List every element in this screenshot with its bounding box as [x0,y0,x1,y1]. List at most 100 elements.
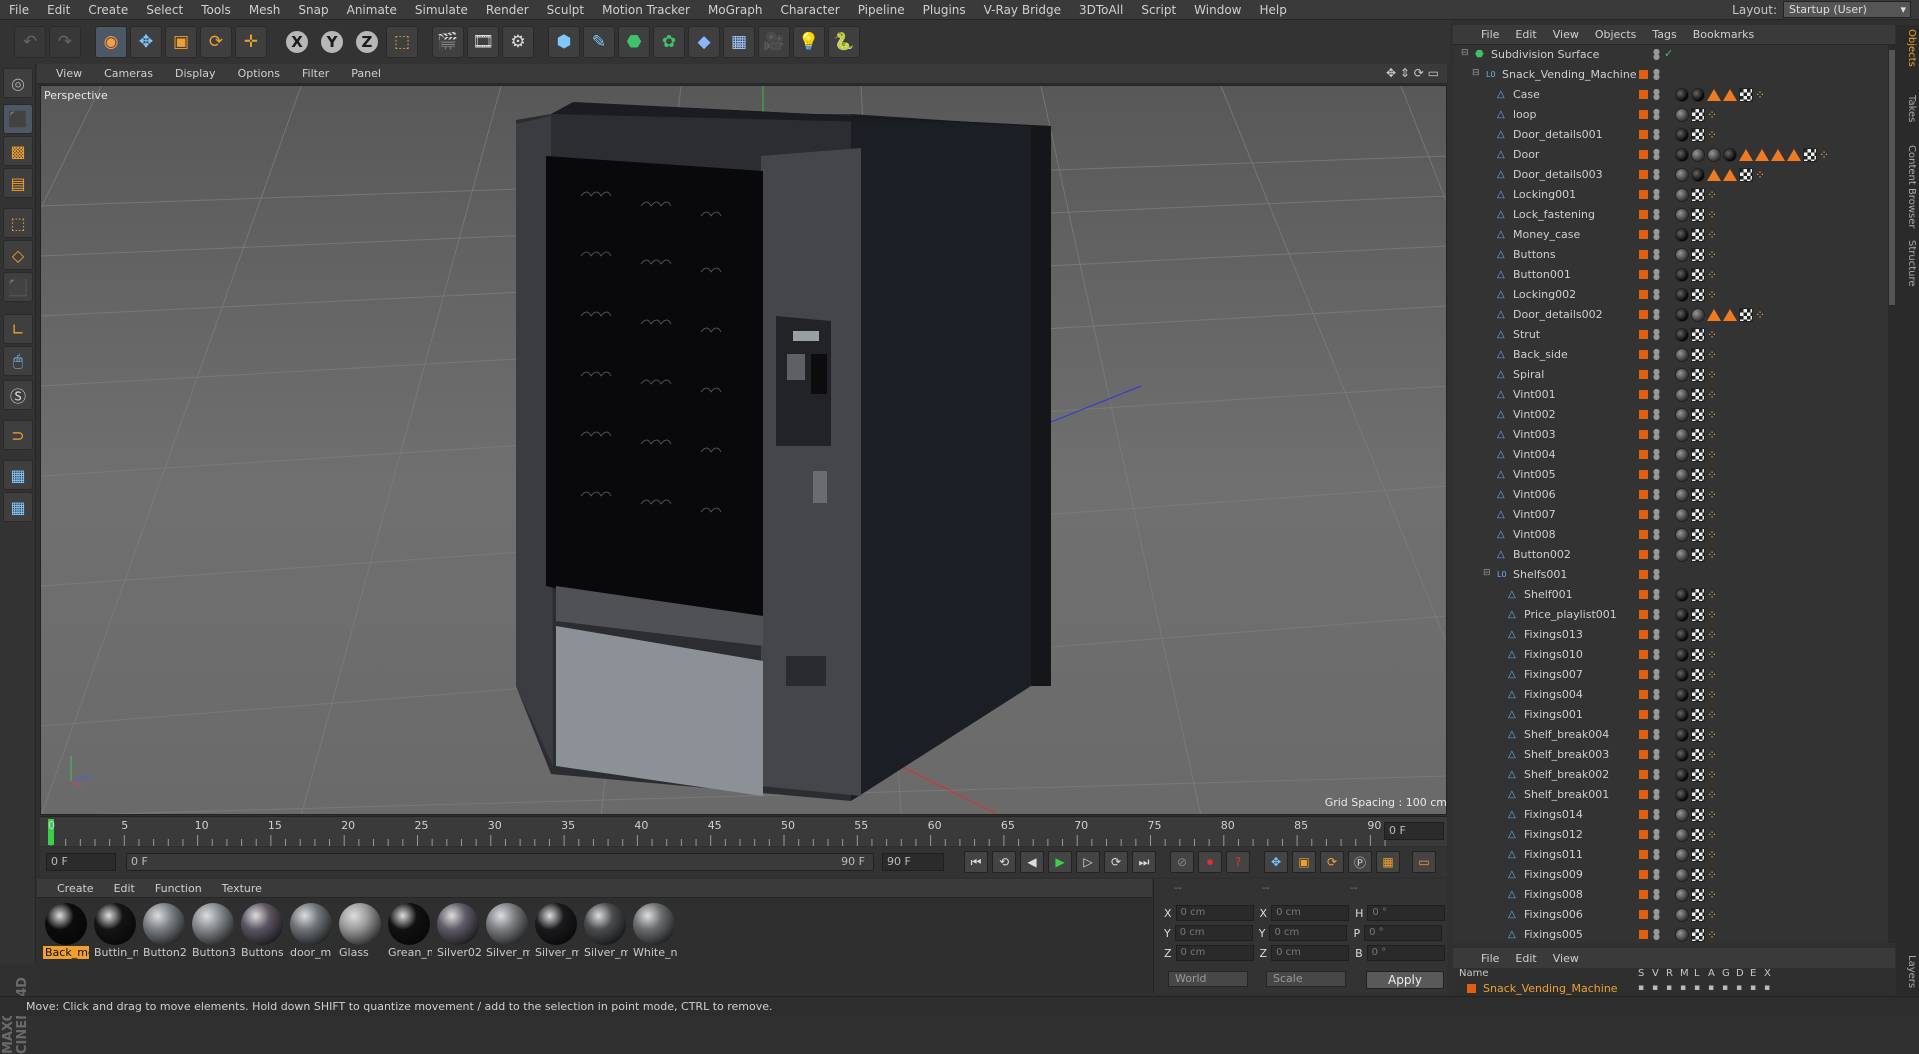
menu-motion-tracker[interactable]: Motion Tracker [593,3,699,17]
uvw-tag-icon[interactable] [1691,448,1705,462]
uvw-tag-icon[interactable] [1691,708,1705,722]
material-tag-icon[interactable] [1675,508,1689,522]
layer-column-v[interactable]: V [1652,968,1659,979]
coord-field-c[interactable]: 0 ° [1364,925,1443,941]
material-tag-icon[interactable] [1675,428,1689,442]
material-tag-icon[interactable] [1675,268,1689,282]
uvw-tag-icon[interactable] [1691,368,1705,382]
subdivision-icon[interactable]: ⬣ [618,26,650,58]
material-tag-icon[interactable] [1723,148,1737,162]
uvw-tag-icon[interactable] [1691,628,1705,642]
visibility-dots-icon[interactable]: ● ● [1653,288,1660,301]
visibility-dots-icon[interactable]: ● ● [1653,108,1660,121]
visibility-dots-icon[interactable]: ● ● [1653,888,1660,901]
menu-help[interactable]: Help [1250,3,1295,17]
object-row[interactable]: △ Locking002 ● ● ⁘ [1453,285,1888,305]
uvw-tag-icon[interactable] [1691,588,1705,602]
material-tag-icon[interactable] [1675,708,1689,722]
visibility-dots-icon[interactable]: ● ● [1653,708,1660,721]
phong-tag-icon[interactable]: ⁘ [1707,128,1719,142]
visibility-dots-icon[interactable]: ● ● [1653,828,1660,841]
layer-column-g[interactable]: G [1722,968,1730,979]
y-axis-lock-icon[interactable]: Y [319,29,345,55]
phong-tag-icon[interactable]: ⁘ [1707,408,1719,422]
object-menu-file[interactable]: File [1473,28,1507,41]
material-tag-icon[interactable] [1675,868,1689,882]
coord-field-a[interactable]: 0 cm [1174,925,1253,941]
visibility-dots-icon[interactable]: ● ● [1653,588,1660,601]
material-tag-icon[interactable] [1675,808,1689,822]
layer-column-x[interactable]: X [1764,968,1771,979]
selection-tag-icon[interactable] [1723,309,1737,321]
phong-tag-icon[interactable]: ⁘ [1707,108,1719,122]
layer-column-a[interactable]: A [1708,968,1715,979]
phong-tag-icon[interactable]: ⁘ [1707,628,1719,642]
uvw-tag-icon[interactable] [1691,928,1705,942]
phong-tag-icon[interactable]: ⁘ [1707,208,1719,222]
object-menu-edit[interactable]: Edit [1507,28,1544,41]
object-row[interactable]: △ Money_case ● ● ⁘ [1453,225,1888,245]
object-row[interactable]: △ Fixings008 ● ● ⁘ [1453,885,1888,905]
material-tag-icon[interactable] [1691,88,1705,102]
uvw-tag-icon[interactable] [1691,608,1705,622]
viewport-menu-filter[interactable]: Filter [291,67,340,80]
uvw-tag-icon[interactable] [1691,868,1705,882]
z-axis-lock-icon[interactable]: Z [354,29,380,55]
material-menu-texture[interactable]: Texture [212,882,272,895]
phong-tag-icon[interactable]: ⁘ [1707,748,1719,762]
layer-toggle-icon[interactable]: ▪ [1652,983,1658,993]
material-tag-icon[interactable] [1675,828,1689,842]
object-row[interactable]: △ Fixings014 ● ● ⁘ [1453,805,1888,825]
visibility-dots-icon[interactable]: ● ● [1653,508,1660,521]
object-row[interactable]: △ Fixings005 ● ● ⁘ [1453,925,1888,943]
menu-sculpt[interactable]: Sculpt [538,3,593,17]
visibility-dots-icon[interactable]: ● ● [1653,68,1660,81]
visibility-dots-icon[interactable]: ● ● [1653,688,1660,701]
visibility-dots-icon[interactable]: ● ● [1653,448,1660,461]
visibility-dots-icon[interactable]: ● ● [1653,608,1660,621]
visibility-dots-icon[interactable]: ● ● [1653,248,1660,261]
enabled-check-icon[interactable]: ✓ [1664,47,1673,60]
phong-tag-icon[interactable]: ⁘ [1707,288,1719,302]
visibility-dots-icon[interactable]: ● ● [1653,748,1660,761]
layer-toggle-icon[interactable]: ▪ [1666,983,1672,993]
material-tag-icon[interactable] [1675,148,1689,162]
coord-field-b[interactable]: 0 cm [1271,905,1350,921]
selection-tag-icon[interactable] [1707,89,1721,101]
visibility-dots-icon[interactable]: ● ● [1653,468,1660,481]
light-icon[interactable]: 💡 [793,26,825,58]
material-tag-icon[interactable] [1691,308,1705,322]
material-tag-icon[interactable] [1691,168,1705,182]
object-row[interactable]: △ Door ● ● ⁘ [1453,145,1888,165]
rotate-icon[interactable]: ⟳ [200,26,232,58]
object-row[interactable]: △ Door_details003 ● ● ⁘ [1453,165,1888,185]
phong-tag-icon[interactable]: ⁘ [1707,828,1719,842]
menu-mograph[interactable]: MoGraph [699,3,772,17]
uvw-tag-icon[interactable] [1691,688,1705,702]
material-item[interactable]: Back_me [43,903,89,959]
object-row[interactable]: △ Shelf_break003 ● ● ⁘ [1453,745,1888,765]
key-scale-icon[interactable]: ▣ [1292,851,1316,873]
phong-tag-icon[interactable]: ⁘ [1755,308,1767,322]
redo-icon[interactable]: ↷ [49,26,81,58]
coordinate-system-icon[interactable]: ⬚ [386,26,418,58]
menu-create[interactable]: Create [79,3,137,17]
viewport-menu-view[interactable]: View [45,67,93,80]
phong-tag-icon[interactable]: ⁘ [1707,788,1719,802]
pen-icon[interactable]: ✎ [583,26,615,58]
phong-tag-icon[interactable]: ⁘ [1707,488,1719,502]
material-tag-icon[interactable] [1675,348,1689,362]
material-tag-icon[interactable] [1675,168,1689,182]
material-item[interactable]: Silver02 [435,903,481,959]
collapse-toggle-icon[interactable]: ⊟ [1483,568,1491,578]
object-menu-view[interactable]: View [1545,28,1587,41]
apply-button[interactable]: Apply [1366,971,1444,989]
menu-3dtoall[interactable]: 3DToAll [1070,3,1132,17]
coord-field-b[interactable]: 0 cm [1271,945,1350,961]
key-position-icon[interactable]: ✥ [1264,851,1288,873]
object-row[interactable]: △ Fixings009 ● ● ⁘ [1453,865,1888,885]
uvw-tag-icon[interactable] [1691,128,1705,142]
move-icon[interactable]: ✥ [130,26,162,58]
material-item[interactable]: White_n [631,903,677,959]
object-row[interactable]: △ Door_details002 ● ● ⁘ [1453,305,1888,325]
